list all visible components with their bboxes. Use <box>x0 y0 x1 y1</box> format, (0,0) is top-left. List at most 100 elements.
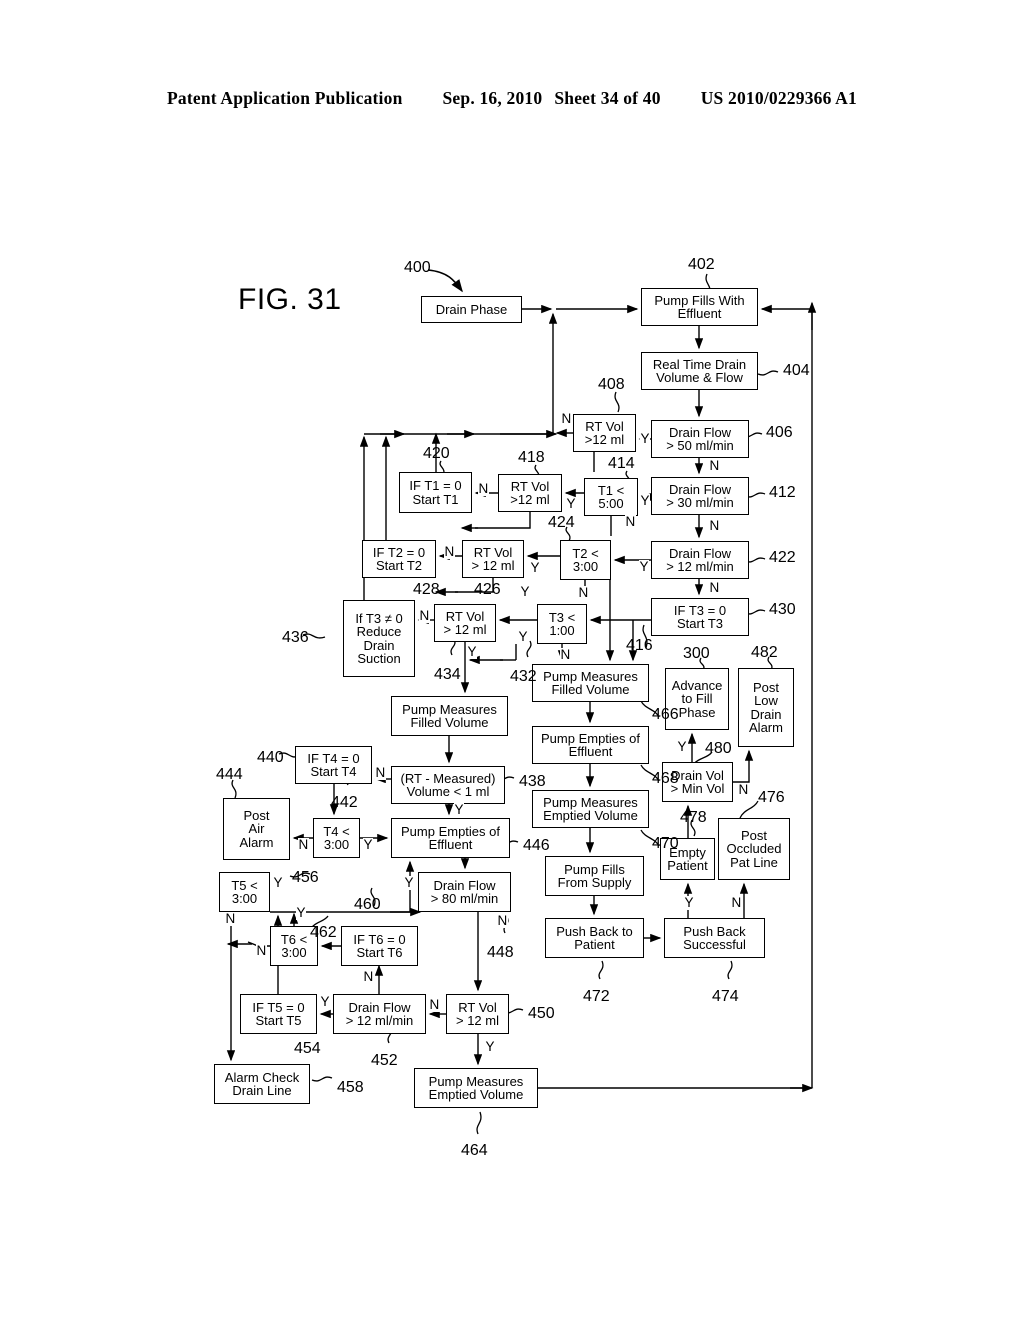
flow-node-label: Push Back to Patient <box>556 923 633 952</box>
flow-node-push_back_succ: Push Back Successful <box>664 918 765 958</box>
reference-numeral-r430: 430 <box>769 601 796 618</box>
flow-node-label: Pump Measures Emptied Volume <box>543 794 638 823</box>
branch-label-n480: N <box>738 782 749 797</box>
flow-node-label: Push Back Successful <box>683 923 746 952</box>
reference-numeral-r476: 476 <box>758 789 785 806</box>
branch-label-y424: Y <box>520 584 531 599</box>
flow-node-label: IF T6 = 0 Start T6 <box>353 931 406 960</box>
flow-node-pump_empt_466: Pump Empties of Effluent <box>532 726 649 764</box>
branch-label-y450: Y <box>485 1039 496 1054</box>
reference-numeral-r406: 406 <box>766 424 793 441</box>
reference-numeral-r474: 474 <box>712 988 739 1005</box>
flow-node-pump_meas_410: Pump Measures Filled Volume <box>391 696 508 736</box>
branch-label-n452: N <box>363 969 374 984</box>
branch-label-n438: N <box>375 765 386 780</box>
flow-node-label: Post Air Alarm <box>239 807 274 850</box>
branch-label-y422: Y <box>639 559 650 574</box>
flow-node-label: T6 <3:00 <box>280 931 308 960</box>
flow-node-drain_flow_452: Drain Flow > 12 ml/min <box>333 994 426 1034</box>
flow-node-rt_vol_12_408: RT Vol >12 ml <box>573 414 636 452</box>
flow-node-label: If T3 ≠ 0 Reduce Drain Suction <box>355 610 403 666</box>
flow-node-pump_fills_470: Pump Fills From Supply <box>545 856 644 896</box>
branch-label-y480: Y <box>677 739 688 754</box>
flow-node-post_air_alarm: Post Air Alarm <box>223 798 290 860</box>
flow-node-t5_300: T5 <3:00 <box>219 872 270 912</box>
reference-numeral-r422: 422 <box>769 549 796 566</box>
flowchart-connectors <box>226 269 817 1135</box>
branch-label-y454: Y <box>320 994 331 1009</box>
flow-node-label: IF T1 = 0 Start T1 <box>409 478 462 507</box>
flow-node-rt_vol_12_434: RT Vol > 12 ml <box>434 604 496 642</box>
flow-node-label: Drain Phase <box>435 301 508 317</box>
reference-numeral-r454: 454 <box>294 1040 321 1057</box>
reference-numeral-r472: 472 <box>583 988 610 1005</box>
branch-label-y462: Y <box>296 905 307 920</box>
flow-node-label: IF T4 = 0 Start T4 <box>307 750 360 779</box>
flow-node-label: IF T3 = 0 Start T3 <box>673 602 727 631</box>
flow-node-rt_vol_12_418: RT Vol >12 ml <box>498 474 562 512</box>
reference-numeral-r420: 420 <box>423 445 450 462</box>
reference-numeral-r442: 442 <box>331 794 358 811</box>
branch-label-n448: N <box>497 913 508 928</box>
flow-node-label: T3 <1:00 <box>548 609 576 638</box>
flow-node-label: Drain Flow > 12 ml/min <box>666 545 734 574</box>
flow-node-rt_minus_meas: (RT - Measured) Volume < 1 ml <box>391 766 505 804</box>
reference-numeral-r436: 436 <box>282 629 309 646</box>
reference-numeral-r400: 400 <box>404 259 431 276</box>
reference-numeral-r444: 444 <box>216 766 243 783</box>
branch-label-y456: Y <box>273 875 284 890</box>
branch-label-y438: Y <box>454 802 465 817</box>
branch-label-y434: Y <box>467 644 478 659</box>
branch-label-n418: N <box>478 481 489 496</box>
reference-numeral-r300: 300 <box>683 645 710 662</box>
flow-node-if_t1_0_start: IF T1 = 0 Start T1 <box>399 472 472 513</box>
reference-numeral-r440: 440 <box>257 749 284 766</box>
reference-numeral-r468: 468 <box>652 770 679 787</box>
reference-numeral-r466: 466 <box>652 706 679 723</box>
flow-node-label: RT Vol > 12 ml <box>443 608 487 637</box>
branch-label-y442: Y <box>363 837 374 852</box>
branch-label-n432: N <box>560 647 571 662</box>
flow-node-label: RT Vol >12 ml <box>510 478 550 507</box>
branch-label-n456: N <box>225 911 236 926</box>
flow-node-label: RT Vol > 12 ml <box>471 544 515 573</box>
flow-node-if_t4_0_start: IF T4 = 0 Start T4 <box>295 746 372 784</box>
flow-node-label: (RT - Measured) Volume < 1 ml <box>400 770 496 799</box>
branch-label-y460: Y <box>404 875 415 890</box>
flow-node-push_back_to: Push Back to Patient <box>545 918 644 958</box>
flow-node-label: T5 <3:00 <box>231 877 258 906</box>
flow-node-t4_300: T4 <3:00 <box>313 818 360 858</box>
flow-node-drain_flow_80: Drain Flow > 80 ml/min <box>418 872 511 912</box>
flow-node-label: RT Vol > 12 ml <box>456 999 499 1028</box>
flow-node-drain_flow_50: Drain Flow > 50 ml/min <box>651 420 749 458</box>
flow-node-t3_100: T3 <1:00 <box>537 604 587 644</box>
reference-numeral-r426: 426 <box>474 581 501 598</box>
flow-node-label: Pump Fills From Supply <box>557 861 632 890</box>
flow-node-label: T4 <3:00 <box>323 823 350 852</box>
branch-label-y406: Y <box>640 431 651 446</box>
branch-label-y412: Y <box>640 493 651 508</box>
flow-node-label: Drain Flow > 50 ml/min <box>666 424 734 453</box>
flow-node-pump_empt_446: Pump Empties of Effluent <box>391 818 510 858</box>
flowchart-diagram: Drain Phase Pump Fills With Effluent Real T… <box>0 0 1024 1320</box>
flow-node-label: Post Low Drain Alarm <box>749 679 783 735</box>
branch-label-n406: N <box>709 458 720 473</box>
flow-node-pump_meas_464: Pump Measures Emptied Volume <box>414 1068 538 1108</box>
flow-node-rt_vol_12_426: RT Vol > 12 ml <box>462 540 524 578</box>
reference-numeral-r412: 412 <box>769 484 796 501</box>
flow-node-label: Pump Measures Filled Volume <box>543 668 638 697</box>
flow-node-label: Real Time Drain Volume & Flow <box>652 356 747 385</box>
flow-node-drain_phase: Drain Phase <box>421 296 522 323</box>
flow-node-rt_drain_vf: Real Time Drain Volume & Flow <box>641 352 758 390</box>
flow-node-pump_meas_432: Pump Measures Filled Volume <box>532 664 649 702</box>
reference-numeral-r446: 446 <box>523 837 550 854</box>
flow-node-pump_fills_eff: Pump Fills With Effluent <box>641 288 758 326</box>
flow-node-label: T2 <3:00 <box>572 545 599 574</box>
branch-label-y432: Y <box>518 629 529 644</box>
reference-numeral-r414: 414 <box>608 455 635 472</box>
reference-numeral-r402: 402 <box>688 256 715 273</box>
branch-label-n462: N <box>256 943 267 958</box>
flow-node-if_t5_0_start: IF T5 = 0 Start T5 <box>240 994 317 1034</box>
reference-numeral-r448: 448 <box>487 944 514 961</box>
flow-node-label: T1 <5:00 <box>597 482 625 511</box>
